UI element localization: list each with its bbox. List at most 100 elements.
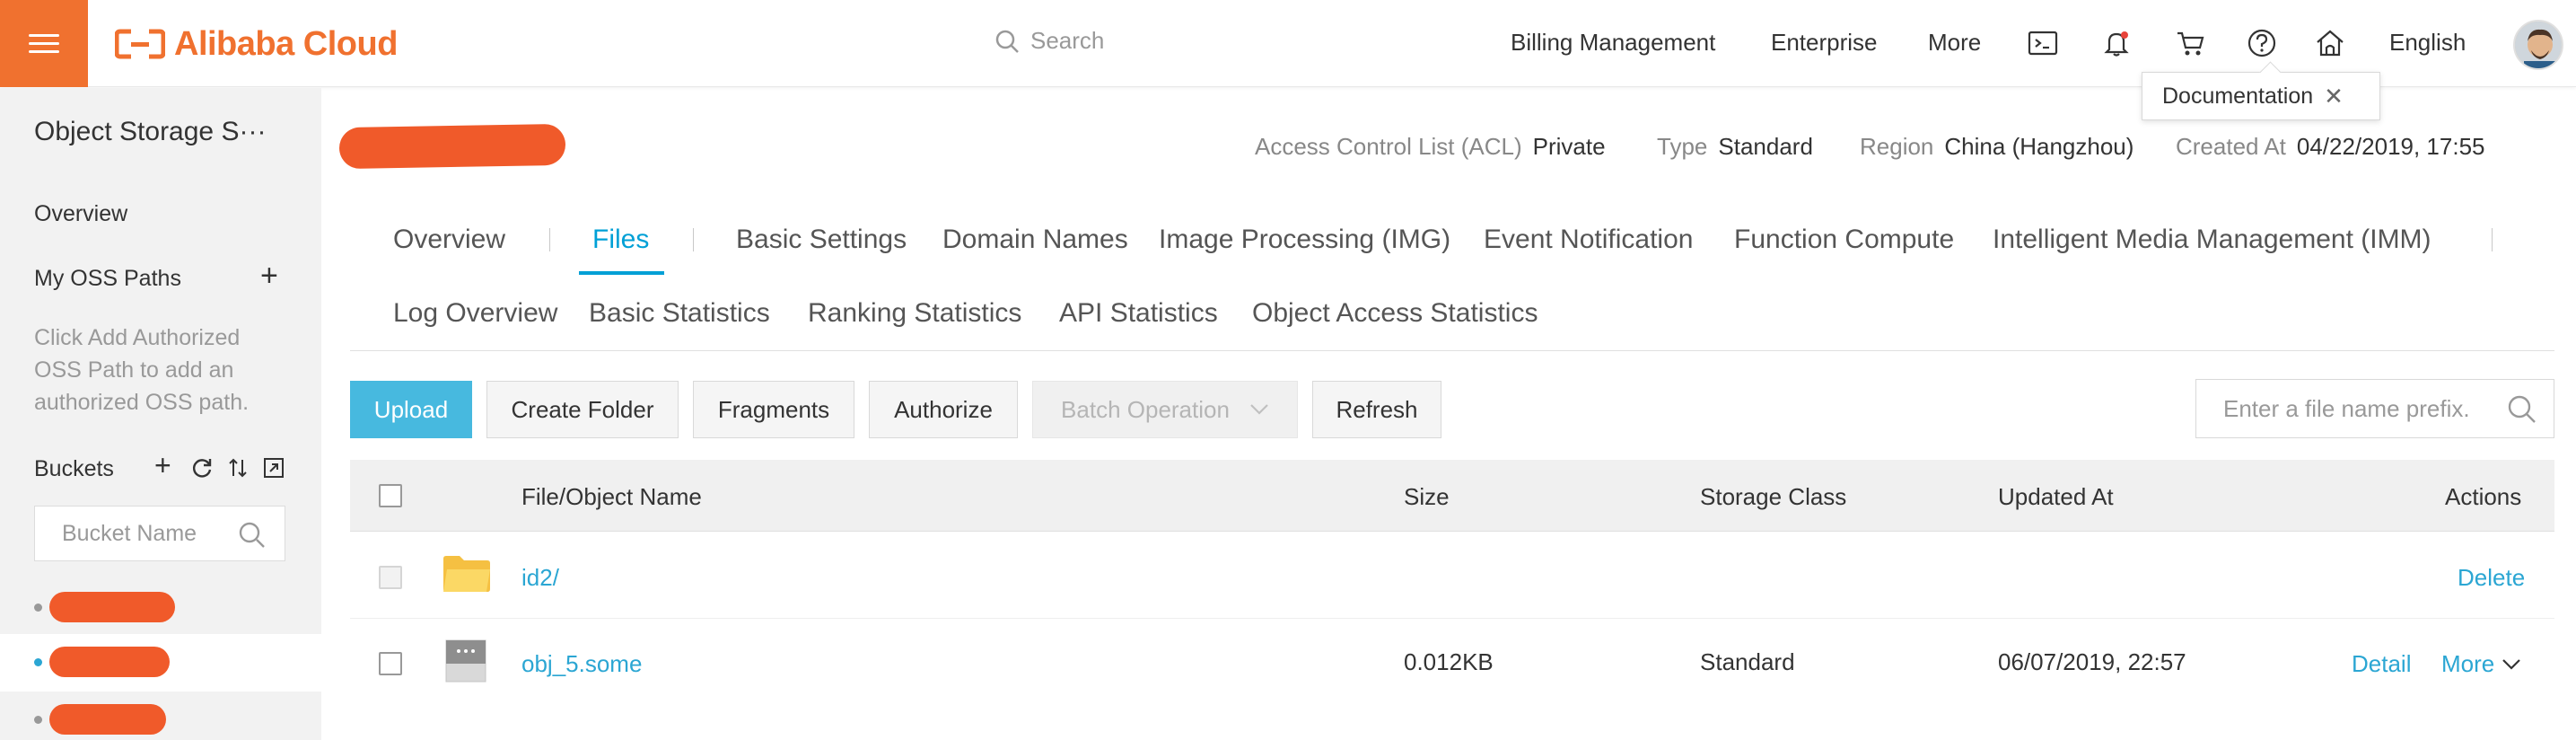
column-header-updated-at: Updated At (1998, 483, 2114, 510)
batch-operation-button[interactable]: Batch Operation (1032, 381, 1298, 438)
folder-name-link[interactable]: id2/ (521, 564, 559, 592)
sort-icon[interactable] (226, 456, 250, 480)
nav-enterprise[interactable]: Enterprise (1771, 29, 1878, 57)
bell-icon[interactable] (2098, 25, 2134, 61)
type-info: Type Standard (1657, 133, 1813, 161)
file-updated-at: 06/07/2019, 22:57 (1998, 648, 2186, 675)
refresh-button[interactable]: Refresh (1312, 381, 1441, 438)
refresh-icon[interactable] (190, 456, 214, 480)
column-header-size: Size (1404, 483, 1450, 510)
cart-icon[interactable] (2172, 25, 2208, 61)
chevron-down-icon (1250, 404, 1268, 415)
close-icon[interactable]: ✕ (2324, 83, 2344, 110)
nav-more[interactable]: More (1928, 29, 1981, 57)
upload-button[interactable]: Upload (350, 381, 472, 438)
detail-link[interactable]: Detail (2352, 650, 2411, 678)
acl-info: Access Control List (ACL) Private (1255, 133, 1606, 161)
bucket-dot (34, 658, 42, 666)
alibaba-cloud-logo[interactable]: Alibaba Cloud (115, 23, 398, 65)
help-icon[interactable] (2244, 25, 2280, 61)
documentation-tooltip: Documentation ✕ (2142, 72, 2380, 120)
chevron-down-icon (2502, 658, 2521, 670)
tab-files[interactable]: Files (592, 225, 649, 255)
tab-intelligent-media-management[interactable]: Intelligent Media Management (IMM) (1993, 225, 2431, 255)
created-info: Created At 04/22/2019, 17:55 (2176, 133, 2485, 161)
global-search[interactable]: Search (994, 27, 1104, 55)
home-icon[interactable] (2312, 25, 2348, 61)
add-bucket-icon[interactable]: + (154, 449, 171, 482)
file-prefix-search-input[interactable]: Enter a file name prefix. (2195, 379, 2554, 438)
column-header-storage-class: Storage Class (1700, 483, 1847, 510)
fragments-button[interactable]: Fragments (693, 381, 854, 438)
tab-separator (2492, 228, 2493, 251)
file-icon (445, 639, 486, 683)
language-selector[interactable]: English (2389, 29, 2466, 57)
bucket-item-selected[interactable] (0, 634, 321, 692)
menu-icon[interactable] (0, 0, 88, 87)
authorize-button[interactable]: Authorize (869, 381, 1018, 438)
bucket-search-input[interactable]: Bucket Name (34, 506, 285, 561)
file-storage-class: Standard (1700, 648, 1795, 675)
tab-domain-names[interactable]: Domain Names (942, 225, 1128, 255)
row-checkbox-disabled (379, 566, 402, 589)
tab-image-processing[interactable]: Image Processing (IMG) (1159, 225, 1450, 255)
row-divider (350, 618, 2554, 619)
tab-basic-statistics[interactable]: Basic Statistics (589, 298, 770, 329)
buckets-label: Buckets (34, 456, 114, 481)
active-tab-indicator (579, 271, 664, 275)
acl-label: Access Control List (ACL) (1255, 133, 1522, 160)
region-info: Region China (Hangzhou) (1860, 133, 2134, 161)
select-all-checkbox[interactable] (379, 484, 402, 507)
tab-object-access-statistics[interactable]: Object Access Statistics (1252, 298, 1538, 329)
search-placeholder: Search (1030, 27, 1105, 54)
type-value: Standard (1718, 133, 1813, 160)
bucket-dot (34, 603, 42, 612)
tab-separator (693, 228, 694, 251)
acl-value: Private (1532, 133, 1606, 160)
sidebar-title: Object Storage S··· (34, 117, 267, 146)
redacted-bucket-name (49, 592, 175, 622)
add-oss-path-icon[interactable]: + (260, 260, 278, 291)
column-header-actions: Actions (2445, 483, 2522, 510)
sidebar-item-overview[interactable]: Overview (34, 201, 127, 227)
bucket-item[interactable] (0, 692, 321, 740)
tab-log-overview[interactable]: Log Overview (393, 298, 557, 329)
more-actions-dropdown[interactable]: More (2441, 650, 2521, 678)
file-size: 0.012KB (1404, 648, 1494, 675)
file-name-link[interactable]: obj_5.some (521, 650, 642, 678)
bucket-search-placeholder: Bucket Name (62, 520, 197, 546)
create-folder-button[interactable]: Create Folder (486, 381, 679, 438)
type-label: Type (1657, 133, 1708, 160)
tab-overview[interactable]: Overview (393, 225, 505, 255)
file-search-placeholder: Enter a file name prefix. (2223, 394, 2470, 422)
search-icon (995, 30, 1019, 53)
nav-billing-management[interactable]: Billing Management (1511, 29, 1715, 57)
avatar[interactable] (2513, 20, 2563, 70)
tab-api-statistics[interactable]: API Statistics (1059, 298, 1218, 329)
sidebar-item-my-oss-paths[interactable]: My OSS Paths (34, 266, 181, 292)
tab-ranking-statistics[interactable]: Ranking Statistics (808, 298, 1021, 329)
created-value: 04/22/2019, 17:55 (2296, 133, 2485, 160)
tab-basic-settings[interactable]: Basic Settings (736, 225, 907, 255)
region-label: Region (1860, 133, 1934, 160)
tab-separator (549, 228, 550, 251)
delete-link[interactable]: Delete (2458, 564, 2525, 592)
tabs-divider (350, 350, 2554, 351)
tooltip-text: Documentation (2162, 83, 2314, 109)
oss-path-hint: Click Add Authorized OSS Path to add an … (34, 325, 250, 415)
redacted-bucket-title (338, 123, 566, 170)
terminal-icon[interactable] (2025, 25, 2061, 61)
folder-icon (443, 556, 490, 592)
bucket-dot (34, 716, 42, 724)
more-actions-label: More (2441, 650, 2495, 677)
tab-function-compute[interactable]: Function Compute (1734, 225, 1954, 255)
search-icon (239, 522, 265, 548)
redacted-bucket-name (49, 647, 170, 677)
row-checkbox[interactable] (379, 652, 402, 675)
tab-event-notification[interactable]: Event Notification (1484, 225, 1693, 255)
column-header-name: File/Object Name (521, 483, 702, 510)
expand-icon[interactable] (262, 456, 285, 480)
bucket-item[interactable] (0, 579, 321, 637)
batch-operation-label: Batch Operation (1061, 395, 1230, 423)
alibaba-logo-icon (115, 29, 165, 59)
